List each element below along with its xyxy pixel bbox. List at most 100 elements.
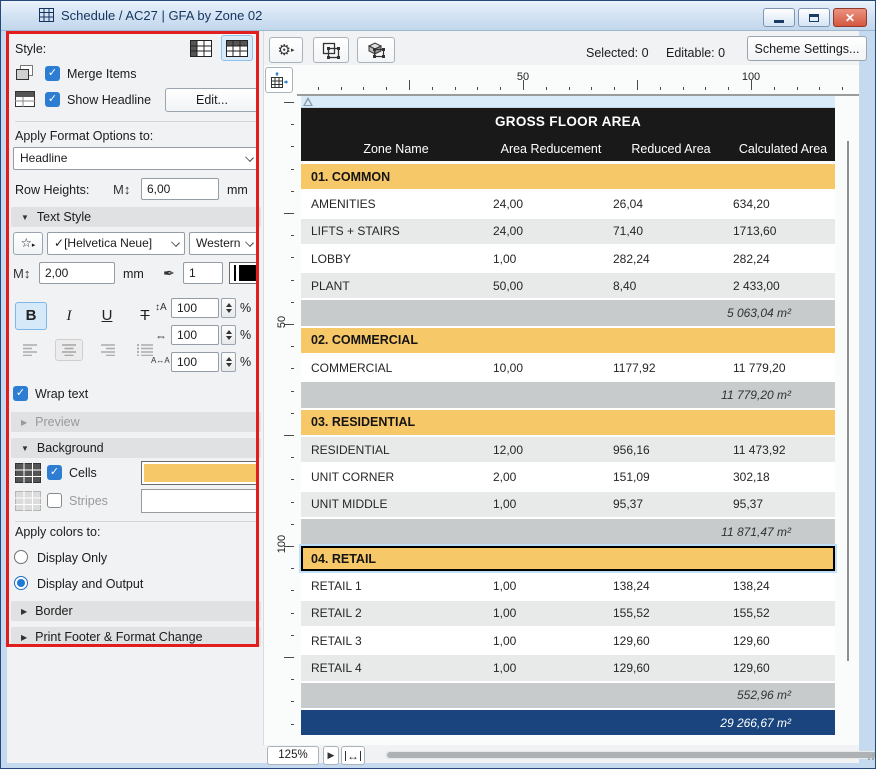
column-header[interactable]: Zone Name [301, 142, 491, 156]
border-header-label: Border [35, 604, 73, 618]
settings-menu-button[interactable]: ⚙ ▸ [269, 37, 303, 63]
background-section-header[interactable]: ▼ Background [11, 438, 261, 458]
cell: 129,60 [733, 660, 770, 675]
data-row[interactable]: COMMERCIAL 10,00 1177,92 11 779,20 [301, 355, 835, 381]
line-spacing-input[interactable] [171, 298, 219, 318]
subtotal-row[interactable]: 11 779,20 m² [301, 382, 835, 408]
minimize-button[interactable] [763, 8, 795, 27]
section-row[interactable]: 02. COMMERCIAL [301, 327, 835, 354]
flyout-arrow-icon: ▸ [290, 47, 295, 54]
cell: 129,60 [613, 660, 650, 675]
align-center-button[interactable] [55, 339, 83, 361]
subtotal-row[interactable]: 11 871,47 m² [301, 518, 835, 545]
cell: 1,00 [493, 497, 517, 512]
cell: 24,00 [493, 224, 524, 239]
font-select[interactable]: ✓[Helvetica Neue] [47, 232, 185, 255]
ruler-tick [545, 87, 547, 90]
resize-grip[interactable] [867, 753, 875, 761]
font-size-input[interactable] [39, 262, 115, 284]
char-width-stepper[interactable] [221, 325, 236, 345]
text-style-section-header[interactable]: ▼ Text Style [11, 207, 261, 227]
zoom-menu-button[interactable]: ▶ [323, 746, 339, 765]
border-section-header[interactable]: ▶ Border [11, 601, 261, 621]
bold-button[interactable]: B [15, 302, 47, 330]
data-row[interactable]: RETAIL 2 1,00 155,52 155,52 [301, 600, 835, 627]
show-headline-checkbox[interactable]: ✓ [45, 92, 60, 107]
data-row[interactable]: UNIT MIDDLE 1,00 95,37 95,37 [301, 491, 835, 517]
scrollbar-thumb[interactable] [387, 752, 875, 758]
select-items-button[interactable] [313, 37, 349, 63]
subtotal-row[interactable]: 552,96 m² [301, 682, 835, 708]
align-left-button[interactable] [17, 339, 45, 361]
display-only-radio[interactable] [14, 550, 28, 564]
script-select[interactable]: Western [189, 232, 259, 255]
cells-label: Cells [69, 466, 97, 480]
row-height-input[interactable] [141, 178, 219, 200]
column-header[interactable]: Reduced Area [611, 142, 731, 156]
align-justify-button[interactable] [131, 339, 159, 361]
data-row[interactable]: RETAIL 3 1,00 129,60 129,60 [301, 628, 835, 654]
scheme-settings-button[interactable]: Scheme Settings... [747, 36, 867, 61]
italic-button[interactable]: I [53, 302, 85, 330]
style-list-button[interactable] [185, 35, 217, 61]
style-table-button[interactable] [221, 35, 253, 61]
data-row[interactable]: LOBBY 1,00 282,24 282,24 [301, 245, 835, 272]
cells-checkbox[interactable]: ✓ [47, 465, 62, 480]
vertical-scrollbar[interactable] [847, 141, 849, 661]
cells-color-swatch[interactable] [141, 461, 259, 485]
table-margin-strip[interactable] [301, 96, 835, 108]
line-spacing-stepper[interactable] [221, 298, 236, 318]
format-options-panel: Style: ✓ Merge Items ✓ Show Headline Edi… [7, 31, 263, 647]
column-header[interactable]: Calculated Area [731, 142, 835, 156]
close-button[interactable]: ✕ [833, 8, 867, 27]
table-arrows-icon [271, 71, 288, 88]
total-row[interactable]: 29 266,67 m² [301, 709, 835, 736]
section-row[interactable]: 03. RESIDENTIAL [301, 409, 835, 435]
format-target-select[interactable]: Headline [13, 147, 259, 170]
stripes-checkbox[interactable] [47, 493, 62, 508]
data-row[interactable]: RESIDENTIAL 12,00 956,16 11 473,92 [301, 436, 835, 463]
favorites-button[interactable]: ☆▸ [13, 232, 43, 255]
data-row[interactable]: PLANT 50,00 8,40 2 433,00 [301, 273, 835, 299]
data-row[interactable]: RETAIL 1 1,00 138,24 138,24 [301, 573, 835, 599]
merge-items-label: Merge Items [67, 67, 137, 81]
display-and-output-radio[interactable] [14, 576, 28, 590]
merge-items-checkbox[interactable]: ✓ [45, 66, 60, 81]
table-header[interactable]: GROSS FLOOR AREA Zone Name Area Reducemen… [301, 108, 835, 161]
ruler-origin-button[interactable] [265, 67, 293, 93]
underline-button[interactable]: U [91, 302, 123, 330]
data-row[interactable]: AMENITIES 24,00 26,04 634,20 [301, 191, 835, 217]
edit-button[interactable]: Edit... [165, 88, 259, 112]
wrap-text-checkbox[interactable]: ✓ [13, 386, 28, 401]
maximize-button[interactable] [798, 8, 830, 27]
data-row[interactable]: RETAIL 4 1,00 129,60 129,60 [301, 655, 835, 681]
tracking-input[interactable] [171, 352, 219, 372]
zoom-level-button[interactable]: 125% [267, 746, 319, 765]
preview-section-header[interactable]: ▶ Preview [11, 412, 261, 432]
pen-color-swatch[interactable] [229, 262, 259, 284]
format-target-value: Headline [20, 151, 68, 165]
char-width-input[interactable] [171, 325, 219, 345]
section-row[interactable]: 04. RETAIL [301, 546, 835, 572]
ruler-tick [842, 87, 844, 90]
column-header[interactable]: Area Reducement [491, 142, 611, 156]
title-bar[interactable]: Schedule / AC27 | GFA by Zone 02 ✕ [1, 1, 875, 31]
data-row[interactable]: UNIT CORNER 2,00 151,09 302,18 [301, 464, 835, 490]
data-row[interactable]: LIFTS + STAIRS 24,00 71,40 1713,60 [301, 218, 835, 244]
subtotal-row[interactable]: 5 063,04 m² [301, 300, 835, 326]
sum-value: 11 871,47 m² [721, 524, 791, 539]
divider [15, 121, 257, 122]
cell: UNIT CORNER [311, 469, 395, 484]
select-in-model-button[interactable] [357, 37, 395, 63]
print-footer-section-header[interactable]: ▶ Print Footer & Format Change [11, 627, 261, 647]
cell: 95,37 [733, 497, 764, 512]
section-row[interactable]: 01. COMMON [301, 164, 835, 190]
horizontal-scrollbar[interactable] [385, 751, 875, 759]
pen-number-input[interactable] [183, 262, 223, 284]
stripes-color-swatch[interactable] [141, 489, 259, 513]
ruler-label: 100 [741, 71, 761, 83]
align-right-button[interactable] [93, 339, 121, 361]
cell: 1,00 [493, 251, 517, 266]
tracking-stepper[interactable] [221, 352, 236, 372]
fit-width-button[interactable]: ↔ [341, 746, 365, 765]
